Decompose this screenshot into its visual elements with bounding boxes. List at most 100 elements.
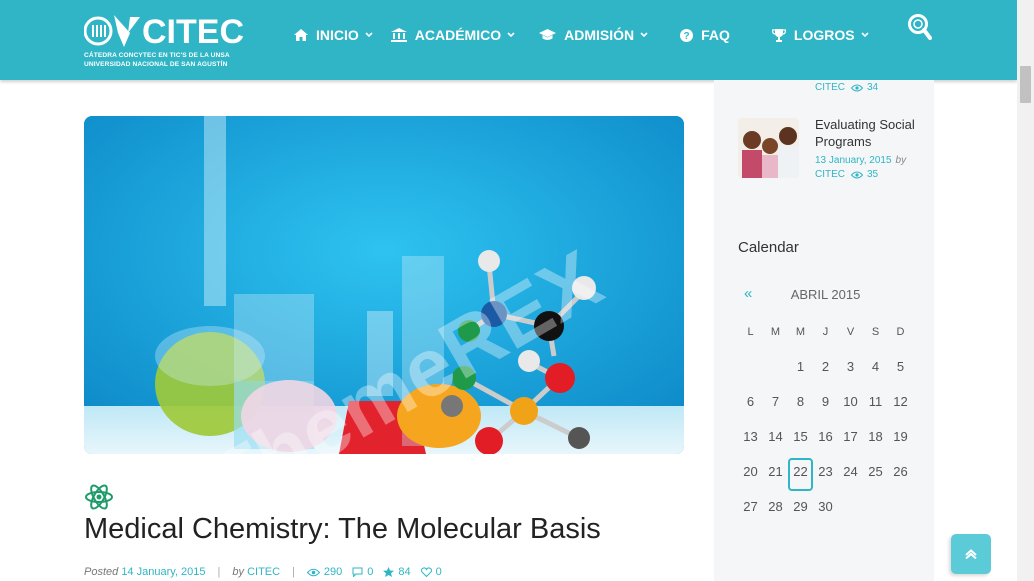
eye-icon bbox=[306, 568, 320, 576]
nav-label: LOGROS bbox=[793, 27, 855, 43]
by-label: by bbox=[895, 155, 907, 166]
rating-stat: 84 bbox=[383, 566, 411, 578]
post-featured-image[interactable]: ThemeREX bbox=[84, 116, 684, 454]
recent-post-author: CITEC 35 bbox=[815, 169, 878, 180]
rating-value: 84 bbox=[398, 566, 411, 578]
site-logo[interactable]: CITEC CÁTEDRA CONCYTEC EN TIC'S DE LA UN… bbox=[84, 12, 244, 70]
nav-item-faq[interactable]: ? FAQ bbox=[680, 0, 730, 70]
eye-icon bbox=[851, 171, 863, 179]
nav-item-logros[interactable]: LOGROS bbox=[771, 0, 869, 70]
chevron-down-icon bbox=[640, 32, 648, 38]
views-stat: 290 bbox=[306, 566, 343, 578]
calendar-day: 25 bbox=[868, 464, 883, 479]
chevron-down-icon bbox=[861, 32, 869, 38]
atom-icon bbox=[85, 484, 113, 510]
calendar-day: 7 bbox=[771, 394, 780, 409]
calendar-day: 10 bbox=[843, 394, 858, 409]
brand-subtitle-1: CÁTEDRA CONCYTEC EN TIC'S DE LA UNSA bbox=[84, 52, 230, 59]
calendar-title: Calendar bbox=[738, 239, 799, 256]
svg-text:?: ? bbox=[684, 31, 690, 42]
weekday-label: J bbox=[822, 326, 829, 338]
post-date-link[interactable]: 14 January, 2015 bbox=[121, 566, 205, 578]
weekday-label: M bbox=[795, 326, 806, 338]
recent-author-link[interactable]: CITEC bbox=[815, 169, 845, 180]
recent-author-link[interactable]: CITEC bbox=[815, 82, 845, 93]
calendar-day bbox=[863, 497, 888, 532]
search-icon bbox=[908, 14, 932, 40]
weekday-label: S bbox=[871, 326, 880, 338]
page-scrollbar[interactable] bbox=[1017, 0, 1034, 581]
nav-label: INICIO bbox=[316, 27, 359, 43]
weekday-label: V bbox=[846, 326, 855, 338]
likes-count: 0 bbox=[435, 566, 442, 578]
post-title[interactable]: Medical Chemistry: The Molecular Basis bbox=[84, 513, 601, 546]
likes-stat[interactable]: 0 bbox=[420, 566, 442, 578]
post-meta: Posted 14 January, 2015 | by CITEC | 290… bbox=[84, 566, 452, 578]
calendar-day: 1 bbox=[796, 359, 805, 374]
calendar-day bbox=[838, 497, 863, 532]
calendar-day: 30 bbox=[818, 499, 833, 514]
views-count: 290 bbox=[323, 566, 343, 578]
calendar-day: 8 bbox=[796, 394, 805, 409]
nav-label: ADMISIÓN bbox=[564, 27, 635, 43]
recent-post-meta-partial: CITEC 34 bbox=[815, 82, 878, 93]
calendar-week-row: 6 7 8 9 10 11 12 bbox=[738, 392, 913, 427]
calendar-day: 4 bbox=[871, 359, 880, 374]
nav-label: ACADÉMICO bbox=[414, 27, 502, 43]
chevron-down-icon bbox=[365, 32, 373, 38]
calendar-day bbox=[888, 497, 913, 532]
calendar-day: 23 bbox=[818, 464, 833, 479]
calendar-day: 27 bbox=[743, 499, 758, 514]
calendar-week-row: 1 2 3 4 5 bbox=[738, 357, 913, 392]
site-header: CITEC CÁTEDRA CONCYTEC EN TIC'S DE LA UN… bbox=[0, 0, 1017, 80]
weekday-label: D bbox=[896, 326, 905, 338]
nav-item-academico[interactable]: ACADÉMICO bbox=[390, 0, 515, 70]
calendar-day: 3 bbox=[846, 359, 855, 374]
meta-separator: | bbox=[217, 566, 221, 578]
scroll-to-top-button[interactable] bbox=[951, 534, 991, 574]
weekday-label: L bbox=[747, 326, 754, 338]
trophy-icon bbox=[771, 28, 786, 42]
calendar-day-today: 22 bbox=[793, 464, 808, 479]
comment-icon bbox=[352, 567, 363, 577]
calendar-day: 16 bbox=[818, 429, 833, 444]
eye-icon bbox=[851, 84, 863, 92]
recent-post-title[interactable]: Evaluating Social Programs bbox=[815, 116, 925, 150]
calendar-week-row: 27 28 29 30 bbox=[738, 497, 913, 532]
calendar-day: 21 bbox=[768, 464, 783, 479]
calendar-day: 15 bbox=[793, 429, 808, 444]
nav-label: FAQ bbox=[701, 27, 730, 43]
calendar-prev-button[interactable]: « bbox=[744, 285, 752, 302]
calendar-week-row: 20 21 22 23 24 25 26 bbox=[738, 462, 913, 497]
calendar-day: 6 bbox=[746, 394, 755, 409]
calendar-day: 29 bbox=[793, 499, 808, 514]
main-nav: INICIO ACADÉMICO ADMISIÓN ? FAQ LOGROS bbox=[294, 0, 869, 70]
star-icon bbox=[383, 567, 395, 577]
search-button[interactable] bbox=[906, 12, 932, 42]
calendar-day: 26 bbox=[893, 464, 908, 479]
calendar-day: 2 bbox=[821, 359, 830, 374]
calendar-day: 5 bbox=[896, 359, 905, 374]
recent-post-item: Evaluating Social Programs 13 January, 2… bbox=[738, 117, 918, 182]
calendar-day: 18 bbox=[868, 429, 883, 444]
recent-date-link[interactable]: 13 January, 2015 bbox=[815, 155, 892, 166]
recent-views-count: 34 bbox=[867, 82, 879, 93]
recent-views-count: 35 bbox=[867, 169, 879, 180]
post-author-link[interactable]: CITEC bbox=[247, 566, 280, 578]
recent-post-date: 13 January, 2015 by bbox=[815, 155, 906, 166]
recent-post-thumbnail[interactable] bbox=[738, 118, 799, 178]
posted-label: Posted bbox=[84, 566, 119, 578]
scrollbar-thumb[interactable] bbox=[1020, 66, 1031, 103]
by-label: by bbox=[232, 566, 244, 578]
chevron-up-icon bbox=[965, 549, 977, 559]
comments-stat[interactable]: 0 bbox=[352, 566, 373, 578]
calendar-day: 14 bbox=[768, 429, 783, 444]
calendar-day: 11 bbox=[868, 394, 883, 409]
heart-icon bbox=[420, 567, 432, 577]
calendar-day bbox=[763, 357, 788, 392]
family-photo-image bbox=[738, 118, 799, 178]
nav-item-admision[interactable]: ADMISIÓN bbox=[539, 0, 648, 70]
brand-subtitle-2: UNIVERSIDAD NACIONAL DE SAN AGUSTÍN bbox=[84, 61, 228, 68]
nav-item-inicio[interactable]: INICIO bbox=[294, 0, 373, 70]
meta-separator: | bbox=[292, 566, 295, 578]
